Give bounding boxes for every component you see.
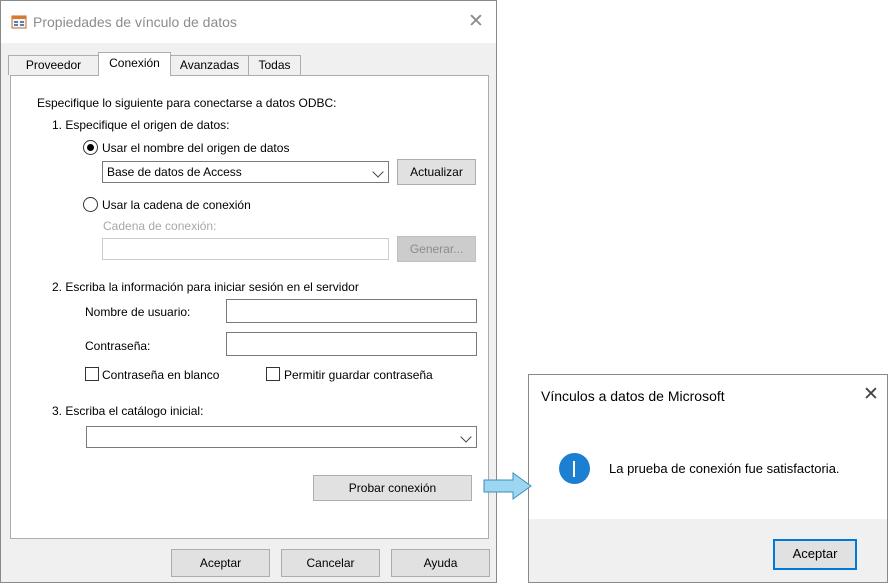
save-password-label: Permitir guardar contraseña: [284, 368, 433, 382]
intro-text: Especifique lo siguiente para conectarse…: [37, 96, 337, 110]
dialog-title: Propiedades de vínculo de datos: [33, 14, 237, 30]
connection-string-label: Cadena de conexión:: [103, 219, 217, 233]
radio-use-dsn-label: Usar el nombre del origen de datos: [102, 141, 290, 155]
blank-password-label: Contraseña en blanco: [102, 368, 220, 382]
radio-use-dsn[interactable]: [83, 140, 98, 155]
chevron-down-icon: [372, 166, 384, 178]
step3-heading: 3. Escriba el catálogo inicial:: [52, 404, 204, 418]
message-box-title: Vínculos a datos de Microsoft: [541, 388, 725, 404]
chevron-down-icon: [460, 431, 472, 443]
tab-conexion[interactable]: Conexión: [98, 52, 171, 76]
data-link-properties-dialog: Propiedades de vínculo de datos ✕ Provee…: [0, 0, 497, 583]
username-input[interactable]: [226, 299, 477, 323]
tab-proveedor[interactable]: Proveedor: [8, 55, 99, 75]
test-connection-button[interactable]: Probar conexión: [313, 475, 472, 501]
help-button[interactable]: Ayuda: [391, 549, 490, 577]
radio-use-connection-string-label: Usar la cadena de conexión: [102, 198, 251, 212]
refresh-button[interactable]: Actualizar: [397, 159, 476, 185]
save-password-checkbox[interactable]: [266, 367, 280, 381]
message-box-dialog: Vínculos a datos de Microsoft ✕ La prueb…: [528, 374, 888, 583]
close-icon[interactable]: ✕: [859, 384, 883, 408]
password-label: Contraseña:: [85, 339, 151, 353]
build-button[interactable]: Generar...: [397, 236, 476, 262]
step2-heading: 2. Escriba la información para iniciar s…: [52, 280, 359, 294]
cancel-button[interactable]: Cancelar: [281, 549, 380, 577]
info-icon: [559, 453, 590, 484]
initial-catalog-select[interactable]: [86, 426, 477, 448]
radio-use-connection-string[interactable]: [83, 197, 98, 212]
right-arrow-icon: [483, 472, 532, 500]
ok-button[interactable]: Aceptar: [171, 549, 270, 577]
password-input[interactable]: [226, 332, 477, 356]
step1-heading: 1. Especifique el origen de datos:: [52, 118, 230, 132]
message-text: La prueba de conexión fue satisfactoria.: [609, 461, 840, 476]
dsn-select[interactable]: Base de datos de Access: [102, 161, 389, 183]
tab-todas[interactable]: Todas: [248, 55, 301, 75]
connection-string-input[interactable]: [102, 238, 389, 260]
message-box-ok-button[interactable]: Aceptar: [773, 539, 857, 570]
blank-password-checkbox[interactable]: [85, 367, 99, 381]
close-icon[interactable]: ✕: [463, 11, 489, 35]
dsn-select-value: Base de datos de Access: [107, 165, 242, 179]
data-link-app-icon: [11, 15, 27, 29]
username-label: Nombre de usuario:: [85, 305, 191, 319]
tab-avanzadas[interactable]: Avanzadas: [170, 55, 249, 75]
